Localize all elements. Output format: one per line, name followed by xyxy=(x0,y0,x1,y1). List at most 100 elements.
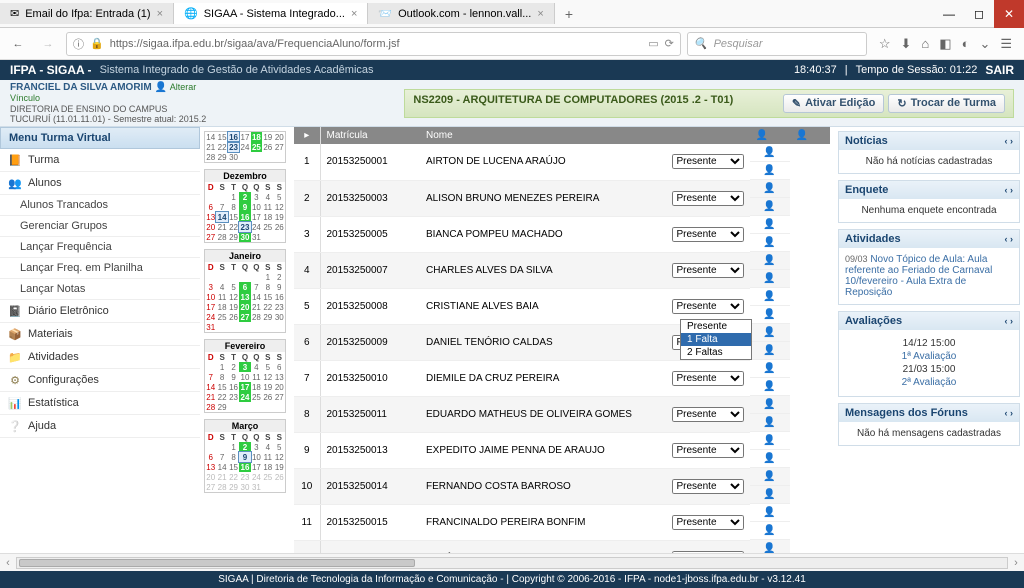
menu-lancar-freq[interactable]: Lançar Frequência xyxy=(0,237,200,258)
absent-icon[interactable]: 👤 xyxy=(763,381,775,392)
presence-select[interactable]: Presente xyxy=(672,154,744,169)
col-index[interactable]: ▸ xyxy=(294,127,320,144)
absent-all-icon[interactable]: 👤 xyxy=(796,130,808,141)
browser-tab[interactable]: 🌐SIGAA - Sistema Integrado...× xyxy=(174,3,368,24)
calendar-january[interactable]: Janeiro DSTQQSS 12 3456789 1011121314151… xyxy=(204,249,286,333)
menu-icon[interactable]: ☰ xyxy=(1000,36,1012,52)
forward-button[interactable]: → xyxy=(36,32,60,56)
home-icon[interactable]: ⌂ xyxy=(921,36,929,52)
dropdown-option[interactable]: Presente xyxy=(681,320,751,333)
presence-select[interactable]: Presente xyxy=(672,479,744,494)
calendar-december[interactable]: Dezembro DSTQQSS 12345 6789101112 131415… xyxy=(204,169,286,243)
present-icon[interactable]: 👤 xyxy=(763,147,775,158)
window-close-button[interactable]: ✕ xyxy=(994,0,1024,28)
switch-class-button[interactable]: ↻Trocar de Turma xyxy=(888,94,1005,113)
absent-icon[interactable]: 👤 xyxy=(763,489,775,500)
scroll-right-button[interactable]: › xyxy=(1008,557,1024,569)
collapse-icon[interactable]: ‹ › xyxy=(1005,234,1014,244)
presence-select[interactable]: Presente xyxy=(672,299,744,314)
horizontal-scrollbar[interactable]: ‹ › xyxy=(0,553,1024,571)
menu-grupos[interactable]: Gerenciar Grupos xyxy=(0,216,200,237)
pocket-icon[interactable]: ⌄ xyxy=(979,36,990,52)
dropdown-option[interactable]: 1 Falta xyxy=(681,333,751,346)
absent-icon[interactable]: 👤 xyxy=(763,309,775,320)
menu-config[interactable]: ⚙Configurações xyxy=(0,369,200,392)
menu-estatistica[interactable]: 📊Estatística xyxy=(0,392,200,415)
col-nome[interactable]: Nome xyxy=(420,127,666,144)
reload-icon[interactable]: ⟳ xyxy=(665,37,674,50)
browser-tab[interactable]: ✉Email do Ifpa: Entrada (1)× xyxy=(0,3,174,24)
present-icon[interactable]: 👤 xyxy=(763,363,775,374)
menu-turma[interactable]: 📙Turma xyxy=(0,149,200,172)
download-icon[interactable]: ⬇ xyxy=(901,36,912,52)
present-icon[interactable]: 👤 xyxy=(763,399,775,410)
presence-dropdown-open[interactable]: Presente 1 Falta 2 Faltas xyxy=(680,319,752,360)
collapse-icon[interactable]: ‹ › xyxy=(1005,185,1014,195)
absent-icon[interactable]: 👤 xyxy=(763,345,775,356)
absent-icon[interactable]: 👤 xyxy=(763,273,775,284)
present-icon[interactable]: 👤 xyxy=(763,219,775,230)
reader-icon[interactable]: ▭ xyxy=(648,37,658,50)
absent-icon[interactable]: 👤 xyxy=(763,453,775,464)
present-all-icon[interactable]: 👤 xyxy=(756,130,768,141)
present-icon[interactable]: 👤 xyxy=(763,255,775,266)
menu-atividades[interactable]: 📁Atividades xyxy=(0,346,200,369)
present-icon[interactable]: 👤 xyxy=(763,435,775,446)
dropdown-option[interactable]: 2 Faltas xyxy=(681,346,751,359)
close-icon[interactable]: × xyxy=(351,8,357,20)
back-button[interactable]: ← xyxy=(6,32,30,56)
presence-select[interactable]: Presente xyxy=(672,227,744,242)
scroll-thumb[interactable] xyxy=(19,559,415,567)
window-maximize-button[interactable]: ◻ xyxy=(964,0,994,28)
absent-icon[interactable]: 👤 xyxy=(763,201,775,212)
url-bar[interactable]: ⓘ 🔒 https://sigaa.ifpa.edu.br/sigaa/ava/… xyxy=(66,32,681,56)
menu-ajuda[interactable]: ❔Ajuda xyxy=(0,415,200,438)
nome-cell: FRANCINALDO PEREIRA BONFIM xyxy=(420,504,666,540)
presence-select[interactable]: Presente xyxy=(672,263,744,278)
new-tab-button[interactable]: + xyxy=(555,2,583,26)
present-icon[interactable]: 👤 xyxy=(763,291,775,302)
feed-icon[interactable]: ◧ xyxy=(939,36,951,52)
close-icon[interactable]: × xyxy=(157,8,163,20)
menu-diario[interactable]: 📓Diário Eletrônico xyxy=(0,300,200,323)
present-icon[interactable]: 👤 xyxy=(763,507,775,518)
activity-link[interactable]: Novo Tópico de Aula: Aula referente ao F… xyxy=(845,254,992,298)
present-icon[interactable]: 👤 xyxy=(763,183,775,194)
collapse-icon[interactable]: ‹ › xyxy=(1005,136,1014,146)
calendar-partial[interactable]: 14151617181920 21222324252627 282930 xyxy=(204,131,286,163)
window-minimize-button[interactable]: — xyxy=(934,0,964,28)
menu-lancar-notas[interactable]: Lançar Notas xyxy=(0,279,200,300)
presence-select[interactable]: Presente xyxy=(672,407,744,422)
absent-icon[interactable]: 👤 xyxy=(763,417,775,428)
menu-trancados[interactable]: Alunos Trancados xyxy=(0,195,200,216)
browser-tab[interactable]: 📨Outlook.com - lennon.vall...× xyxy=(368,3,554,24)
absent-icon[interactable]: 👤 xyxy=(763,165,775,176)
calendar-march[interactable]: Março DSTQQSS 12345 6789101112 131415161… xyxy=(204,419,286,493)
presence-select[interactable]: Presente xyxy=(672,191,744,206)
star-icon[interactable]: ☆ xyxy=(879,36,891,52)
menu-materiais[interactable]: 📦Materiais xyxy=(0,323,200,346)
calendar-february[interactable]: Fevereiro DSTQQSS 123456 78910111213 141… xyxy=(204,339,286,413)
collapse-icon[interactable]: ‹ › xyxy=(1005,408,1014,418)
col-matricula[interactable]: Matrícula xyxy=(320,127,420,144)
activate-edit-button[interactable]: ✎Ativar Edição xyxy=(783,94,885,113)
logout-link[interactable]: SAIR xyxy=(985,63,1014,77)
scroll-left-button[interactable]: ‹ xyxy=(0,557,16,569)
absent-icon[interactable]: 👤 xyxy=(763,237,775,248)
presence-select[interactable]: Presente xyxy=(672,515,744,530)
menu-alunos[interactable]: 👥Alunos xyxy=(0,172,200,195)
collapse-icon[interactable]: ‹ › xyxy=(1005,316,1014,326)
eval-link[interactable]: 2ª Avaliação xyxy=(902,377,957,388)
present-icon[interactable]: 👤 xyxy=(763,471,775,482)
absent-icon[interactable]: 👤 xyxy=(763,525,775,536)
close-icon[interactable]: × xyxy=(537,8,543,20)
presence-select[interactable]: Presente xyxy=(672,551,744,554)
presence-select[interactable]: Presente xyxy=(672,371,744,386)
browser-search[interactable]: 🔍Pesquisar xyxy=(687,32,867,56)
present-icon[interactable]: 👤 xyxy=(763,543,775,553)
present-icon[interactable]: 👤 xyxy=(763,327,775,338)
presence-select[interactable]: Presente xyxy=(672,443,744,458)
sync-icon[interactable]: ◐ xyxy=(962,36,970,52)
eval-link[interactable]: 1ª Avaliação xyxy=(902,351,957,362)
menu-lancar-freq-plan[interactable]: Lançar Freq. em Planilha xyxy=(0,258,200,279)
